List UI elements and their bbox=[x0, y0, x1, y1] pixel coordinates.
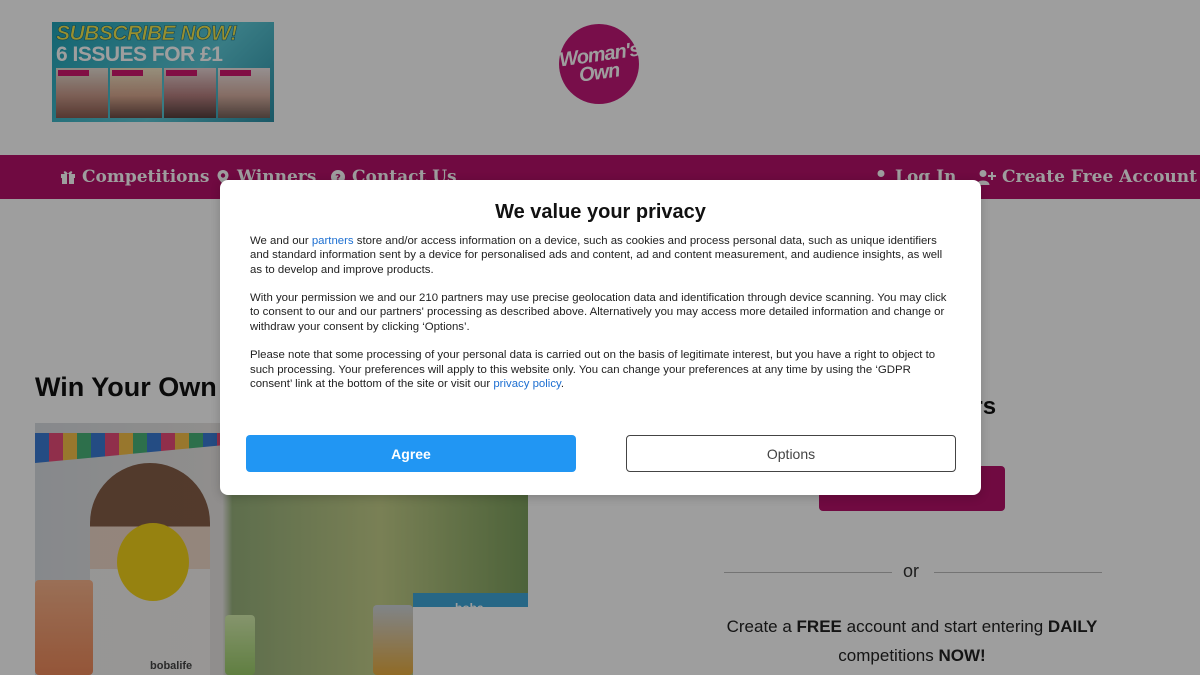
consent-body: We and our partners store and/or access … bbox=[250, 234, 952, 406]
agree-button[interactable]: Agree bbox=[246, 435, 576, 472]
options-button[interactable]: Options bbox=[626, 435, 956, 472]
consent-text: Please note that some processing of your… bbox=[250, 349, 936, 390]
consent-paragraph-2: With your permission we and our 210 part… bbox=[250, 292, 947, 333]
consent-paragraph-1: We and our partners store and/or access … bbox=[250, 234, 952, 277]
consent-text: . bbox=[560, 377, 565, 390]
consent-paragraph-3: Please note that some processing of your… bbox=[250, 348, 952, 391]
privacy-policy-link[interactable]: privacy policy bbox=[493, 378, 561, 390]
consent-text: store and/or access information on a dev… bbox=[250, 235, 943, 276]
partners-link[interactable]: partners bbox=[312, 235, 354, 247]
consent-title: We value your privacy bbox=[495, 201, 706, 223]
consent-text: We and our bbox=[250, 235, 312, 247]
privacy-consent-dialog: We value your privacy We and our partner… bbox=[220, 180, 981, 495]
